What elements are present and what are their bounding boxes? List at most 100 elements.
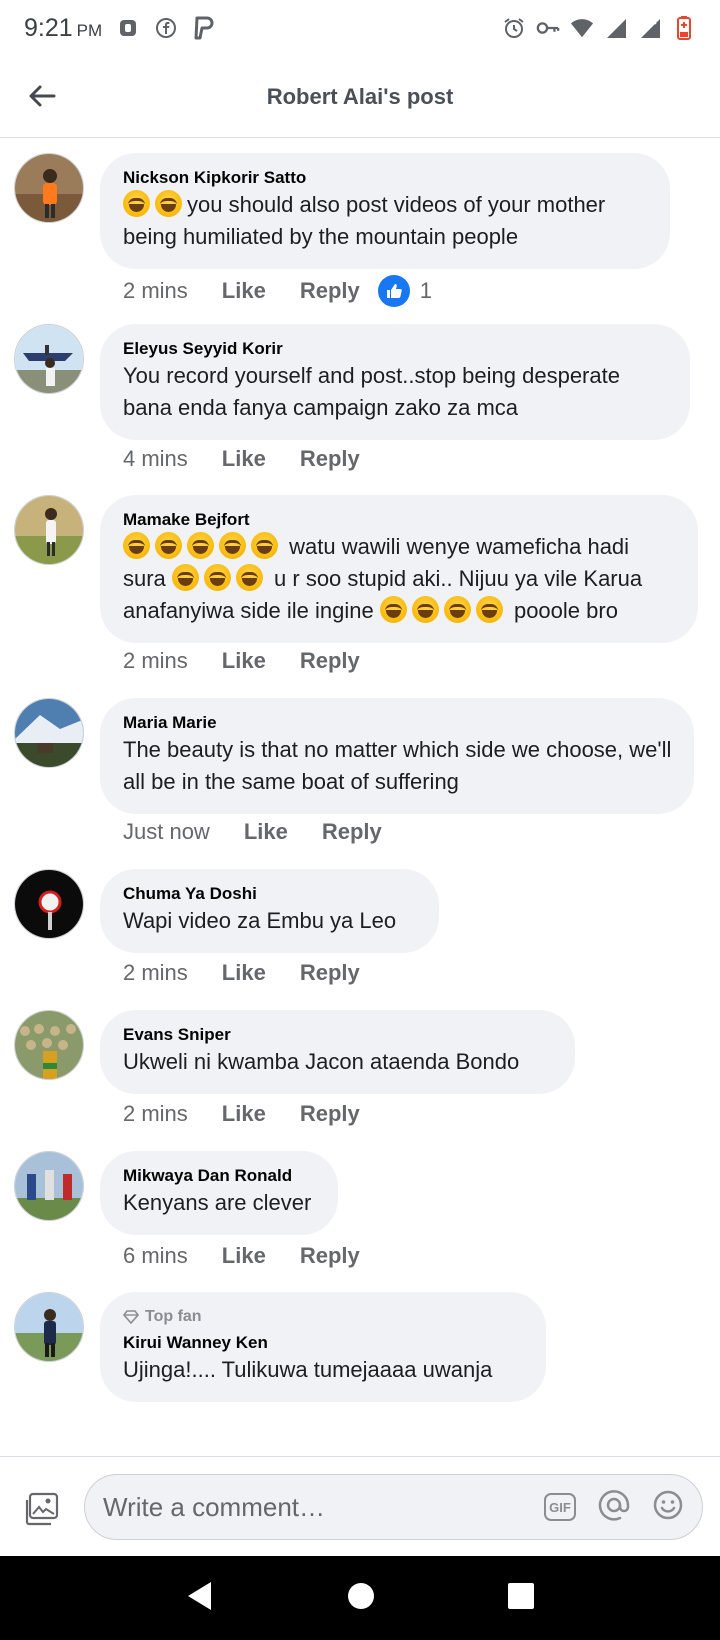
square-recents-icon (507, 1582, 534, 1609)
avatar[interactable] (14, 324, 84, 394)
reply-button[interactable]: Reply (300, 1101, 360, 1127)
comment-body: you should also post videos of your moth… (123, 192, 606, 249)
comment-text: The beauty is that no matter which side … (123, 737, 672, 794)
comment-input-placeholder: Write a comment… (103, 1491, 326, 1522)
comment-author[interactable]: Mikwaya Dan Ronald (123, 1165, 316, 1187)
comment-bubble[interactable]: Mikwaya Dan Ronald Kenyans are clever (100, 1151, 338, 1235)
avatar[interactable] (14, 1151, 84, 1221)
system-navigation-bar (0, 1556, 720, 1640)
laughing-emoji-icon (171, 564, 199, 591)
notification-app-icon (116, 16, 140, 40)
comment-bubble[interactable]: Mamake Bejfort watu wawili wenye wamefic… (100, 495, 698, 643)
laughing-emoji-icon (155, 532, 182, 559)
post-header: Robert Alai's post (0, 56, 720, 138)
smiley-icon (653, 1490, 683, 1519)
comment-time[interactable]: Just now (123, 819, 210, 845)
comment-input[interactable]: Write a comment… GIF (84, 1474, 703, 1540)
laughing-emoji-icon (187, 532, 214, 559)
reply-button[interactable]: Reply (300, 446, 360, 472)
comment-time[interactable]: 2 mins (123, 1101, 188, 1127)
reply-button[interactable]: Reply (300, 648, 360, 674)
comment-author[interactable]: Evans Sniper (123, 1024, 553, 1046)
comment-author[interactable]: Kirui Wanney Ken (123, 1332, 524, 1354)
mention-button[interactable] (598, 1489, 630, 1526)
battery-low-icon (672, 16, 696, 40)
laughing-emoji-icon (475, 596, 503, 623)
like-button[interactable]: Like (244, 819, 288, 845)
recents-nav-button[interactable] (507, 1582, 535, 1615)
comment-actions: 4 mins Like Reply (123, 446, 394, 472)
comment-bubble[interactable]: Evans Sniper Ukweli ni kwamba Jacon atae… (100, 1010, 575, 1094)
comment-time[interactable]: 2 mins (123, 648, 188, 674)
reply-button[interactable]: Reply (300, 278, 360, 304)
vpn-key-icon (536, 16, 560, 40)
signal-icon (604, 16, 628, 40)
comment-time[interactable]: 2 mins (123, 278, 188, 304)
comment-time[interactable]: 6 mins (123, 1243, 188, 1269)
comment-actions: 2 mins Like Reply (123, 1101, 394, 1127)
comment-actions: 2 mins Like Reply (123, 960, 394, 986)
comment-actions: Just now Like Reply (123, 819, 416, 845)
comment-time[interactable]: 4 mins (123, 446, 188, 472)
reply-button[interactable]: Reply (300, 1243, 360, 1269)
like-button[interactable]: Like (222, 278, 266, 304)
comment-author[interactable]: Maria Marie (123, 712, 672, 734)
avatar[interactable] (14, 153, 84, 223)
comment-body-part: pooole bro (507, 598, 618, 623)
laughing-emoji-icon (123, 532, 150, 559)
back-button[interactable] (22, 76, 62, 116)
comment-author[interactable]: Eleyus Seyyid Korir (123, 338, 668, 360)
comment-bubble[interactable]: Eleyus Seyyid Korir You record yourself … (100, 324, 690, 440)
reaction-summary[interactable]: 1 (377, 275, 432, 307)
comment-actions: 6 mins Like Reply (123, 1243, 394, 1269)
page-title: Robert Alai's post (266, 83, 454, 109)
laughing-emoji-icon (203, 564, 231, 591)
like-button[interactable]: Like (222, 648, 266, 674)
comment-bubble[interactable]: Top fan Kirui Wanney Ken Ujinga!.... Tul… (100, 1292, 546, 1402)
add-photo-button[interactable] (22, 1489, 62, 1529)
back-nav-button[interactable] (185, 1580, 215, 1617)
laughing-emoji-icon (155, 190, 182, 217)
comment-bubble[interactable]: Nickson Kipkorir Satto you should also p… (100, 153, 670, 269)
triangle-back-icon (188, 1581, 212, 1610)
comment-text: you should also post videos of your moth… (123, 189, 648, 253)
laughing-emoji-icon (411, 596, 439, 623)
avatar[interactable] (14, 698, 84, 768)
comments-list[interactable]: Nickson Kipkorir Satto you should also p… (0, 139, 720, 1456)
like-button[interactable]: Like (222, 960, 266, 986)
status-time: 9:21 PM (24, 14, 102, 43)
comment-author[interactable]: Nickson Kipkorir Satto (123, 167, 648, 189)
comment-text: Wapi video za Embu ya Leo (123, 908, 397, 933)
p-app-icon (192, 16, 216, 40)
laughing-emoji-icon (379, 596, 407, 623)
avatar[interactable] (14, 1292, 84, 1362)
alarm-icon (502, 16, 526, 40)
comment-time[interactable]: 2 mins (123, 960, 188, 986)
like-button[interactable]: Like (222, 1243, 266, 1269)
comment-text: You record yourself and post..stop being… (123, 363, 620, 420)
reply-button[interactable]: Reply (322, 819, 382, 845)
status-time-ampm: PM (76, 20, 103, 40)
reply-button[interactable]: Reply (300, 960, 360, 986)
emoji-button[interactable] (652, 1489, 684, 1526)
comment-actions: 2 mins Like Reply 1 (123, 275, 432, 307)
facebook-notification-icon (154, 16, 178, 40)
home-nav-button[interactable] (346, 1581, 376, 1616)
diamond-icon (123, 1310, 139, 1324)
avatar[interactable] (14, 495, 84, 565)
comment-text: Kenyans are clever (123, 1190, 312, 1215)
comment-bubble[interactable]: Chuma Ya Doshi Wapi video za Embu ya Leo (100, 869, 439, 953)
like-button[interactable]: Like (222, 1101, 266, 1127)
avatar[interactable] (14, 869, 84, 939)
like-button[interactable]: Like (222, 446, 266, 472)
comment-bubble[interactable]: Maria Marie The beauty is that no matter… (100, 698, 694, 814)
gif-button[interactable]: GIF (544, 1493, 576, 1521)
comment-author[interactable]: Mamake Bejfort (123, 509, 676, 531)
avatar[interactable] (14, 1010, 84, 1080)
laughing-emoji-icon (443, 596, 471, 623)
comment-author[interactable]: Chuma Ya Doshi (123, 883, 417, 905)
laughing-emoji-icon (123, 190, 150, 217)
comment-actions: 2 mins Like Reply (123, 648, 394, 674)
back-arrow-icon (29, 85, 56, 107)
home-circle-icon (347, 1582, 374, 1609)
